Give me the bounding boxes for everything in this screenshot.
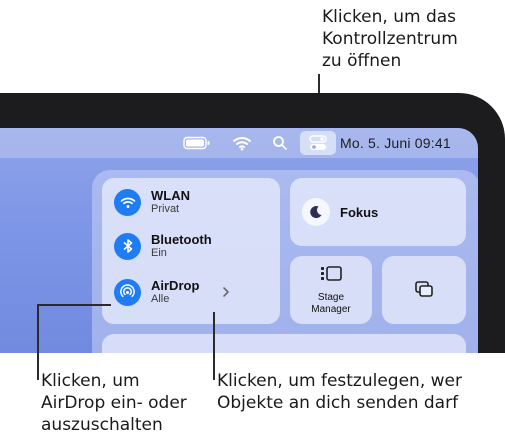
- bluetooth-icon[interactable]: [114, 232, 141, 260]
- desktop-screen: Mo. 5. Juni 09:41 WLAN Privat Bluetooth …: [0, 128, 478, 353]
- wlan-row[interactable]: WLAN Privat: [114, 184, 190, 220]
- wlan-text: WLAN Privat: [151, 188, 190, 216]
- airdrop-icon[interactable]: [114, 278, 141, 306]
- airdrop-subtitle: Alle: [151, 293, 170, 305]
- stage-manager-label-line: Manager: [311, 304, 351, 315]
- focus-row: Fokus: [302, 198, 378, 226]
- stage-manager-label-line: Stage: [317, 292, 345, 303]
- bluetooth-subtitle: Ein: [151, 247, 167, 259]
- screen-mirroring-icon: [382, 280, 466, 298]
- battery-icon[interactable]: [183, 128, 211, 158]
- leader-line-airdrop-toggle-tick: [37, 304, 111, 306]
- callout-airdrop-options: Klicken, um festzulegen, wer Objekte an …: [217, 370, 462, 414]
- stage-manager-tile[interactable]: Stage Manager: [290, 256, 372, 324]
- menu-bar: Mo. 5. Juni 09:41: [0, 128, 478, 158]
- focus-tile[interactable]: Fokus: [290, 178, 466, 246]
- network-tile: WLAN Privat Bluetooth Ein AirDrop Alle: [102, 178, 280, 324]
- leader-line-airdrop-toggle: [37, 304, 39, 380]
- chevron-right-icon[interactable]: [222, 285, 230, 303]
- control-center-panel: WLAN Privat Bluetooth Ein AirDrop Alle F…: [92, 170, 478, 353]
- wlan-title: WLAN: [151, 188, 190, 203]
- wifi-icon[interactable]: [232, 128, 252, 158]
- moon-icon: [302, 198, 330, 226]
- bluetooth-title: Bluetooth: [151, 232, 212, 247]
- bluetooth-text: Bluetooth Ein: [151, 232, 212, 260]
- airdrop-row[interactable]: AirDrop Alle: [114, 274, 274, 310]
- focus-label: Fokus: [340, 204, 379, 220]
- callout-line: AirDrop ein- oder: [41, 393, 187, 413]
- wifi-toggle-icon[interactable]: [114, 188, 141, 216]
- callout-line: Objekte an dich senden darf: [217, 393, 459, 413]
- mac-display-frame: Mo. 5. Juni 09:41 WLAN Privat Bluetooth …: [0, 93, 505, 353]
- display-tile[interactable]: [102, 334, 466, 353]
- leader-line-airdrop-options: [213, 312, 215, 380]
- control-center-icon[interactable]: [300, 131, 336, 155]
- menubar-date-time: Mo. 5. Juni 09:41: [340, 135, 451, 151]
- bluetooth-row[interactable]: Bluetooth Ein: [114, 228, 212, 264]
- callout-airdrop-toggle: Klicken, um AirDrop ein- oder auszuschal…: [41, 370, 187, 436]
- callout-line: Klicken, um: [41, 371, 140, 391]
- screen-mirroring-tile[interactable]: [382, 256, 466, 324]
- callout-line: Klicken, um festzulegen, wer: [217, 371, 462, 391]
- stage-manager-icon: [290, 264, 372, 284]
- airdrop-text: AirDrop Alle: [151, 278, 199, 306]
- callout-line: zu öffnen: [322, 51, 402, 71]
- stage-manager-label: Stage Manager: [290, 292, 372, 316]
- callout-line: Klicken, um das: [322, 7, 457, 27]
- airdrop-title: AirDrop: [151, 278, 200, 293]
- spotlight-search-icon[interactable]: [272, 128, 288, 158]
- callout-line: auszuschalten: [41, 415, 163, 435]
- wlan-subtitle: Privat: [151, 203, 180, 215]
- callout-line: Kontrollzentrum: [322, 29, 458, 49]
- callout-control-center: Klicken, um das Kontrollzentrum zu öffne…: [322, 6, 458, 72]
